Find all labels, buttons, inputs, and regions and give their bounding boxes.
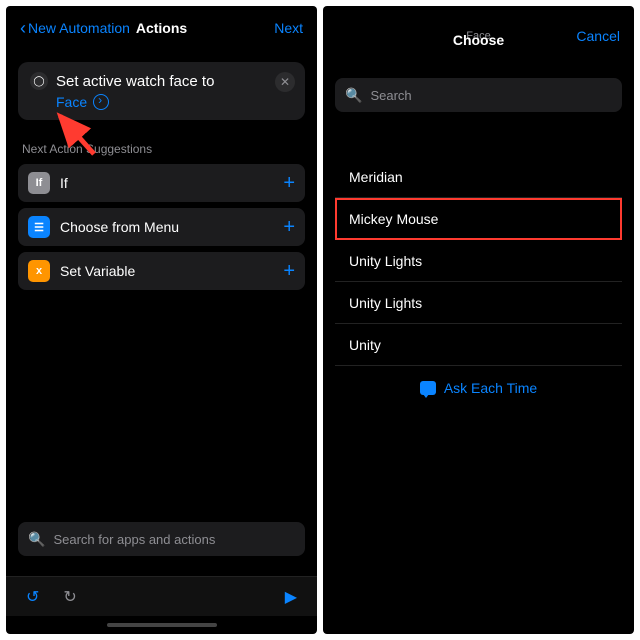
add-icon: +: [283, 216, 295, 239]
redo-button[interactable]: ↻: [63, 587, 76, 607]
cancel-button[interactable]: Cancel: [576, 28, 620, 44]
face-picker-screen: . Face Choose Cancel 🔍 Meridian Mickey M…: [323, 6, 634, 634]
face-option-mickey-mouse[interactable]: Mickey Mouse: [335, 198, 622, 240]
home-indicator: [6, 616, 317, 634]
back-label: New Automation: [28, 20, 130, 36]
content-area: ◯ Set active watch face to ✕ Face Next A…: [6, 50, 317, 576]
suggestion-set-variable[interactable]: x Set Variable +: [18, 252, 305, 290]
if-icon: If: [28, 172, 50, 194]
action-card[interactable]: ◯ Set active watch face to ✕ Face: [18, 62, 305, 120]
nav-bar: ‹ New Automation Actions Next: [6, 6, 317, 50]
ask-label: Ask Each Time: [444, 380, 537, 396]
remove-action-button[interactable]: ✕: [275, 72, 295, 92]
face-option-meridian[interactable]: Meridian: [335, 156, 622, 198]
action-search[interactable]: 🔍: [18, 522, 305, 556]
face-label: Mickey Mouse: [349, 211, 438, 227]
back-button[interactable]: ‹ New Automation: [20, 19, 130, 37]
next-button[interactable]: Next: [274, 20, 303, 36]
chevron-left-icon: ‹: [20, 19, 26, 37]
ask-each-time-button[interactable]: Ask Each Time: [335, 366, 622, 410]
search-icon: 🔍: [345, 87, 362, 104]
face-option-unity-lights[interactable]: Unity Lights: [335, 240, 622, 282]
page-title: Choose: [453, 32, 504, 48]
speech-bubble-icon: [420, 381, 436, 395]
face-label: Unity Lights: [349, 253, 422, 269]
nav-bar: . Face Choose Cancel: [323, 6, 634, 66]
suggestion-label: If: [60, 175, 283, 191]
suggestion-label: Set Variable: [60, 263, 283, 279]
bottom-toolbar: ↺ ↻ ▶: [6, 576, 317, 616]
face-label: Unity: [349, 337, 381, 353]
action-title: Set active watch face to: [56, 73, 214, 90]
watch-icon: ◯: [30, 72, 48, 90]
add-icon: +: [283, 172, 295, 195]
search-input[interactable]: [53, 532, 295, 547]
variable-icon: x: [28, 260, 50, 282]
shortcuts-actions-screen: ‹ New Automation Actions Next ◯ Set acti…: [6, 6, 317, 634]
add-icon: +: [283, 260, 295, 283]
suggestion-label: Choose from Menu: [60, 219, 283, 235]
face-search[interactable]: 🔍: [335, 78, 622, 112]
search-icon: 🔍: [28, 531, 45, 548]
undo-button[interactable]: ↺: [26, 587, 39, 607]
face-list: Meridian Mickey Mouse Unity Lights Unity…: [335, 156, 622, 410]
page-title: Actions: [136, 20, 187, 36]
disclosure-icon: [93, 94, 109, 110]
suggestions-header: Next Action Suggestions: [22, 142, 305, 156]
face-link-label: Face: [56, 94, 87, 110]
face-label: Meridian: [349, 169, 403, 185]
menu-icon: ☰: [28, 216, 50, 238]
suggestion-choose-menu[interactable]: ☰ Choose from Menu +: [18, 208, 305, 246]
search-input[interactable]: [370, 88, 612, 103]
suggestion-if[interactable]: If If +: [18, 164, 305, 202]
run-button[interactable]: ▶: [285, 587, 297, 607]
face-option-unity[interactable]: Unity: [335, 324, 622, 366]
face-label: Unity Lights: [349, 295, 422, 311]
face-parameter[interactable]: Face: [30, 94, 293, 110]
face-option-unity-lights-2[interactable]: Unity Lights: [335, 282, 622, 324]
content-area: 🔍 Meridian Mickey Mouse Unity Lights Uni…: [323, 66, 634, 634]
